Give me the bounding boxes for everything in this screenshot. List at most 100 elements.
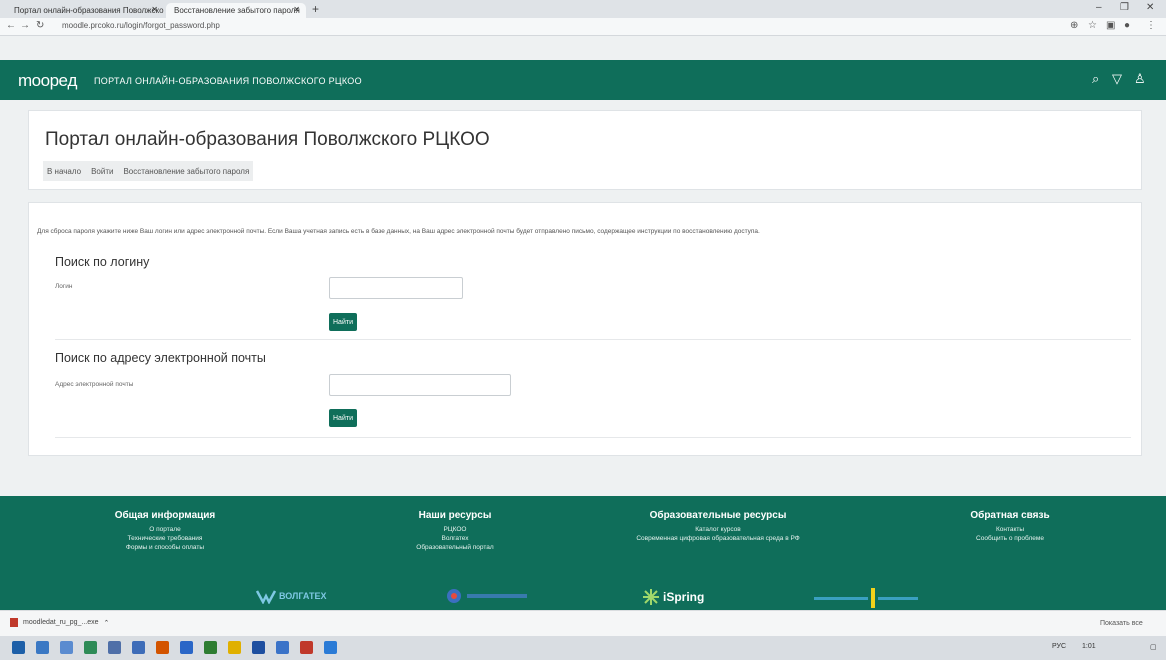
page-title: Портал онлайн-образования Поволжского РЦ… <box>45 129 490 150</box>
footer-col-edu-resources: Образовательные ресурсы Каталог курсов С… <box>598 510 838 543</box>
back-icon[interactable]: ← <box>6 20 16 31</box>
url-field[interactable]: moodle.prcoko.ru/login/forgot_password.p… <box>58 21 1018 33</box>
instructions-text: Для сброса пароля укажите ниже Ваш логин… <box>37 228 760 235</box>
app-icon[interactable] <box>156 641 169 654</box>
file-icon <box>10 618 18 627</box>
clock[interactable]: 1:01 <box>1082 643 1096 650</box>
footer-link[interactable]: Каталог курсов <box>598 525 838 534</box>
divider <box>55 339 1131 340</box>
ispring-icon <box>643 589 659 605</box>
language-indicator[interactable]: РУС <box>1052 643 1066 650</box>
divider <box>55 437 1131 438</box>
page-header-card: Портал онлайн-образования Поволжского РЦ… <box>28 110 1142 190</box>
profile-icon[interactable]: ● <box>1124 20 1130 31</box>
login-input[interactable] <box>329 277 463 299</box>
reload-icon[interactable]: ↻ <box>36 20 44 31</box>
email-input[interactable] <box>329 374 511 396</box>
maximize-button[interactable]: ❐ <box>1120 2 1129 13</box>
app-icon[interactable] <box>84 641 97 654</box>
browser-tab-label: Портал онлайн-образования Поволжского РЦ… <box>14 6 164 15</box>
footer-col-title: Обратная связь <box>970 510 1050 521</box>
download-bar: moodledat_ru_pg_...exe ⌃ Показать все <box>0 610 1166 636</box>
partner-name: ВОЛГАТЕХ <box>279 591 327 601</box>
close-icon[interactable]: ✕ <box>151 5 158 14</box>
os-taskbar: РУС 1:01 ▢ <box>0 636 1166 660</box>
notifications-icon[interactable]: ▢ <box>1150 643 1157 651</box>
app-icon[interactable] <box>324 641 337 654</box>
download-filename: moodledat_ru_pg_...exe <box>23 619 99 626</box>
user-icon[interactable]: ♙ <box>1134 71 1146 87</box>
app-icon[interactable] <box>252 641 265 654</box>
login-section-title: Поиск по логину <box>55 255 150 269</box>
site-header: moopeд ПОРТАЛ ОНЛАЙН-ОБРАЗОВАНИЯ ПОВОЛЖС… <box>0 60 1166 100</box>
breadcrumb: В начало Войти Восстановление забытого п… <box>43 161 254 181</box>
footer-link[interactable]: Современная цифровая образовательная сре… <box>598 534 838 543</box>
app-icon[interactable] <box>204 641 217 654</box>
partner-decor-bar <box>814 596 868 600</box>
filter-icon[interactable]: ▽ <box>1112 71 1122 87</box>
chevron-up-icon[interactable]: ⌃ <box>104 619 110 627</box>
breadcrumb-home[interactable]: В начало <box>47 167 81 176</box>
extensions-icon[interactable]: ▣ <box>1106 20 1115 31</box>
footer-col-title: Образовательные ресурсы <box>649 510 787 521</box>
footer-link[interactable]: Формы и способы оплаты <box>90 543 240 552</box>
partner-name: iSpring <box>663 590 705 604</box>
footer-link[interactable]: Контакты <box>940 525 1080 534</box>
zoom-icon[interactable]: ⊕ <box>1070 20 1078 31</box>
search-icon[interactable]: ⌕ <box>1092 71 1099 87</box>
partner-emblem-icon <box>447 589 461 603</box>
partner-logo-ispring[interactable]: iSpring <box>642 588 704 606</box>
footer-col-general: Общая информация О портале Технические т… <box>90 510 240 552</box>
footer-col-title: Общая информация <box>114 510 216 521</box>
partner-decor-bar <box>467 594 527 598</box>
footer-link[interactable]: Волгатех <box>390 534 520 543</box>
app-icon[interactable] <box>300 641 313 654</box>
footer-col-feedback: Обратная связь Контакты Сообщить о пробл… <box>940 510 1080 543</box>
close-window-button[interactable]: ✕ <box>1146 2 1154 13</box>
breadcrumb-login[interactable]: Войти <box>91 167 113 176</box>
new-tab-button[interactable]: + <box>312 2 319 16</box>
login-label: Логин <box>55 283 73 290</box>
partner-logo-volgatech[interactable]: ВОЛГАТЕХ <box>256 588 326 604</box>
minimize-button[interactable]: – <box>1096 2 1102 13</box>
app-icon[interactable] <box>132 641 145 654</box>
partner-logo-4[interactable] <box>814 588 918 608</box>
app-icon[interactable] <box>180 641 193 654</box>
close-icon[interactable]: ✕ <box>293 5 300 14</box>
footer-col-resources: Наши ресурсы РЦКОО Волгатех Образователь… <box>390 510 520 552</box>
breadcrumb-current: Восстановление забытого пароля <box>123 167 250 176</box>
browser-tab-strip: Портал онлайн-образования Поволжского РЦ… <box>0 0 1166 18</box>
site-footer: Общая информация О портале Технические т… <box>0 496 1166 610</box>
download-item[interactable]: moodledat_ru_pg_...exe ⌃ <box>10 618 109 627</box>
site-logo[interactable]: moopeд <box>18 71 77 91</box>
find-by-email-button[interactable]: Найти <box>329 409 357 427</box>
footer-link[interactable]: О портале <box>90 525 240 534</box>
bookmark-star-icon[interactable]: ☆ <box>1088 20 1097 31</box>
search-taskbar-icon[interactable] <box>60 641 73 654</box>
portal-name: ПОРТАЛ ОНЛАЙН-ОБРАЗОВАНИЯ ПОВОЛЖСКОГО РЦ… <box>94 76 362 86</box>
app-icon[interactable] <box>108 641 121 654</box>
footer-link[interactable]: Образовательный портал <box>390 543 520 552</box>
menu-icon[interactable]: ⋮ <box>1146 20 1156 31</box>
start-icon[interactable] <box>12 641 25 654</box>
volgatech-icon <box>256 590 276 604</box>
show-all-downloads[interactable]: Показать все <box>1100 620 1143 627</box>
app-icon[interactable] <box>276 641 289 654</box>
email-section-title: Поиск по адресу электронной почты <box>55 351 266 365</box>
partner-logo-2[interactable] <box>444 588 527 604</box>
partner-decor-bar <box>878 596 918 600</box>
taskview-icon[interactable] <box>36 641 49 654</box>
app-icon[interactable] <box>228 641 241 654</box>
forgot-password-card: Для сброса пароля укажите ниже Ваш логин… <box>28 202 1142 456</box>
partner-accent-bar <box>871 588 875 608</box>
find-by-login-button[interactable]: Найти <box>329 313 357 331</box>
footer-link[interactable]: Сообщить о проблеме <box>940 534 1080 543</box>
footer-col-title: Наши ресурсы <box>418 510 492 521</box>
browser-tab-portal[interactable]: Портал онлайн-образования Поволжского РЦ… <box>6 3 164 18</box>
email-label: Адрес электронной почты <box>55 381 134 388</box>
footer-link[interactable]: Технические требования <box>90 534 240 543</box>
browser-tab-forgot-password[interactable]: Восстановление забытого пароля ✕ <box>166 3 306 18</box>
footer-link[interactable]: РЦКОО <box>390 525 520 534</box>
forward-icon[interactable]: → <box>20 20 30 31</box>
browser-tab-label: Восстановление забытого пароля <box>174 6 300 15</box>
